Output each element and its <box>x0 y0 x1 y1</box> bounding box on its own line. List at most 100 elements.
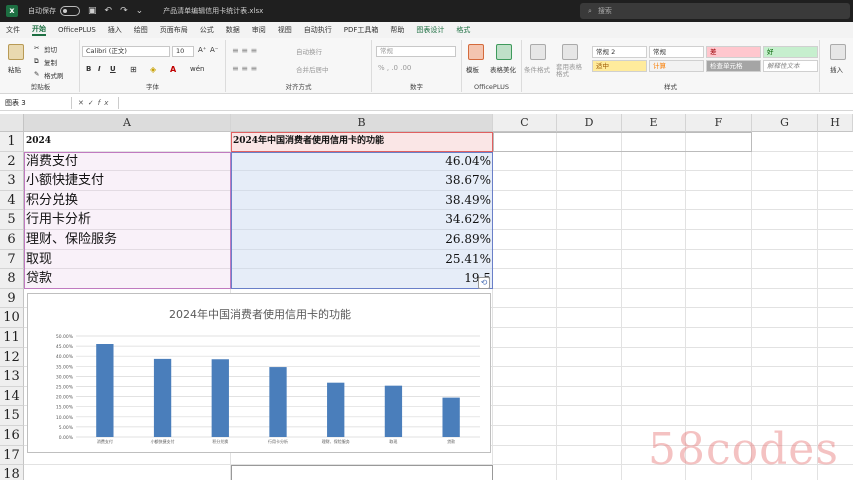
cell-style-4[interactable]: 适中 <box>592 60 647 72</box>
cell-b6[interactable]: 26.89% <box>231 230 493 250</box>
cell-a2[interactable]: 消费支付 <box>24 152 231 172</box>
redo-icon[interactable]: ↷ <box>120 6 128 16</box>
insert-cells-button[interactable]: 插入 <box>830 64 843 74</box>
column-header-F[interactable]: F <box>686 114 752 132</box>
border-icon[interactable]: ⊞ <box>130 65 137 74</box>
tab-6[interactable]: 公式 <box>200 25 214 35</box>
bold-button[interactable]: B <box>86 65 91 73</box>
table-format-icon[interactable] <box>562 44 578 60</box>
cell-style-7[interactable]: 解释性文本 <box>763 60 818 72</box>
format-painter-icon[interactable]: ✎ <box>34 70 39 78</box>
copy-button[interactable]: 复制 <box>44 57 57 67</box>
cell-style-5[interactable]: 计算 <box>649 60 704 72</box>
cell-style-1[interactable]: 常规 <box>649 46 704 58</box>
tab-8[interactable]: 审阅 <box>252 25 266 35</box>
table-format-button[interactable]: 套用表格格式 <box>556 64 586 78</box>
row-header-15[interactable]: 15 <box>0 406 24 426</box>
cell-a4[interactable]: 积分兑换 <box>24 191 231 211</box>
column-header-E[interactable]: E <box>622 114 686 132</box>
row-header-17[interactable]: 17 <box>0 445 24 466</box>
percent-icon[interactable]: % , .0 .00 <box>378 64 411 72</box>
cell-a6[interactable]: 理财、保险服务 <box>24 230 231 250</box>
merge-center-button[interactable]: 合并后居中 <box>296 64 329 74</box>
column-header-H[interactable]: H <box>818 114 853 132</box>
tab-7[interactable]: 数据 <box>226 25 240 35</box>
beautify-icon[interactable] <box>496 44 512 60</box>
name-box[interactable]: 图表 3 <box>2 96 72 109</box>
row-header-14[interactable]: 14 <box>0 386 24 407</box>
row-header-16[interactable]: 16 <box>0 426 24 446</box>
column-header-B[interactable]: B <box>231 114 493 132</box>
insert-cells-icon[interactable] <box>830 44 846 60</box>
search-box[interactable]: ⌕ 搜索 <box>580 3 850 19</box>
cell-a3[interactable]: 小额快捷支付 <box>24 171 231 191</box>
italic-button[interactable]: I <box>98 65 101 73</box>
tab-3[interactable]: 插入 <box>108 25 122 35</box>
underline-button[interactable]: U <box>110 65 116 73</box>
cell-style-0[interactable]: 常规 2 <box>592 46 647 58</box>
row-header-11[interactable]: 11 <box>0 328 24 348</box>
row-header-13[interactable]: 13 <box>0 367 24 387</box>
beautify-button[interactable]: 表格美化 <box>490 64 516 74</box>
wrap-text-button[interactable]: 自动换行 <box>296 46 322 56</box>
cell-style-6[interactable]: 检查单元格 <box>706 60 761 72</box>
format-painter-button[interactable]: 格式刷 <box>44 70 64 80</box>
fill-color-icon[interactable]: ◈ <box>150 65 156 74</box>
tab-0[interactable]: 文件 <box>6 25 20 35</box>
cell-b2[interactable]: 46.04% <box>231 152 493 172</box>
select-all-corner[interactable] <box>0 114 24 132</box>
row-header-5[interactable]: 5 <box>0 210 24 230</box>
template-icon[interactable] <box>468 44 484 60</box>
row-header-6[interactable]: 6 <box>0 230 24 250</box>
row-header-3[interactable]: 3 <box>0 171 24 191</box>
row-header-4[interactable]: 4 <box>0 190 24 211</box>
bar-chart[interactable]: 2024年中国消费者使用信用卡的功能 0.00% 5.00% 10.00% 15.00%… <box>27 293 491 453</box>
font-name-field[interactable]: Calibri (正文) <box>82 46 170 57</box>
phonetic-icon[interactable]: wén <box>190 65 204 73</box>
undo-icon[interactable]: ↶ <box>105 6 113 16</box>
cell-b8[interactable]: 19.5 <box>231 269 493 289</box>
tab-11[interactable]: PDF工具箱 <box>344 25 379 35</box>
row-header-2[interactable]: 2 <box>0 151 24 172</box>
tab-14[interactable]: 格式 <box>456 25 470 35</box>
row-header-9[interactable]: 9 <box>0 288 24 309</box>
row-header-10[interactable]: 10 <box>0 308 24 328</box>
cell-a5[interactable]: 行用卡分析 <box>24 210 231 230</box>
cut-button[interactable]: 剪切 <box>44 44 57 54</box>
conditional-format-icon[interactable] <box>530 44 546 60</box>
tab-9[interactable]: 视图 <box>278 25 292 35</box>
formula-input[interactable] <box>118 96 853 109</box>
fx-icon[interactable]: ✕✓fx <box>78 99 112 107</box>
cell-b5[interactable]: 34.62% <box>231 210 493 230</box>
paste-icon[interactable] <box>8 44 24 60</box>
paste-button[interactable]: 粘贴 <box>8 64 21 74</box>
align-top-icon[interactable]: ≡ ≡ ≡ <box>232 46 257 55</box>
column-header-D[interactable]: D <box>557 114 622 132</box>
row-header-8[interactable]: 8 <box>0 269 24 289</box>
cell-b3[interactable]: 38.67% <box>231 171 493 191</box>
column-header-A[interactable]: A <box>24 114 231 132</box>
cell-a7[interactable]: 取现 <box>24 250 231 270</box>
cell-a8[interactable]: 贷款 <box>24 269 231 289</box>
row-header-18[interactable]: 18 <box>0 465 24 480</box>
row-header-1[interactable]: 1 <box>0 132 24 152</box>
font-size-field[interactable]: 10 <box>172 46 194 57</box>
tab-12[interactable]: 帮助 <box>390 25 404 35</box>
template-button[interactable]: 模板 <box>466 64 479 74</box>
cell-b4[interactable]: 38.49% <box>231 191 493 211</box>
increase-font-icon[interactable]: A⁺ <box>198 46 206 54</box>
tab-4[interactable]: 绘图 <box>134 25 148 35</box>
tab-5[interactable]: 页面布局 <box>160 25 188 35</box>
number-format-field[interactable]: 常规 <box>376 46 456 57</box>
cell-a1[interactable]: 2024 <box>24 132 231 152</box>
cell-b1[interactable]: 2024年中国消费者使用信用卡的功能 <box>231 132 493 152</box>
cell-b7[interactable]: 25.41% <box>231 250 493 270</box>
more-icon[interactable]: ⌄ <box>136 6 144 16</box>
cell-style-2[interactable]: 差 <box>706 46 761 58</box>
font-color-icon[interactable]: A <box>170 65 176 74</box>
row-header-12[interactable]: 12 <box>0 347 24 368</box>
copy-icon[interactable]: ⧉ <box>34 57 39 66</box>
tab-1[interactable]: 开始 <box>32 24 46 36</box>
tab-2[interactable]: OfficePLUS <box>58 26 96 34</box>
conditional-format-button[interactable]: 条件格式 <box>524 64 550 74</box>
